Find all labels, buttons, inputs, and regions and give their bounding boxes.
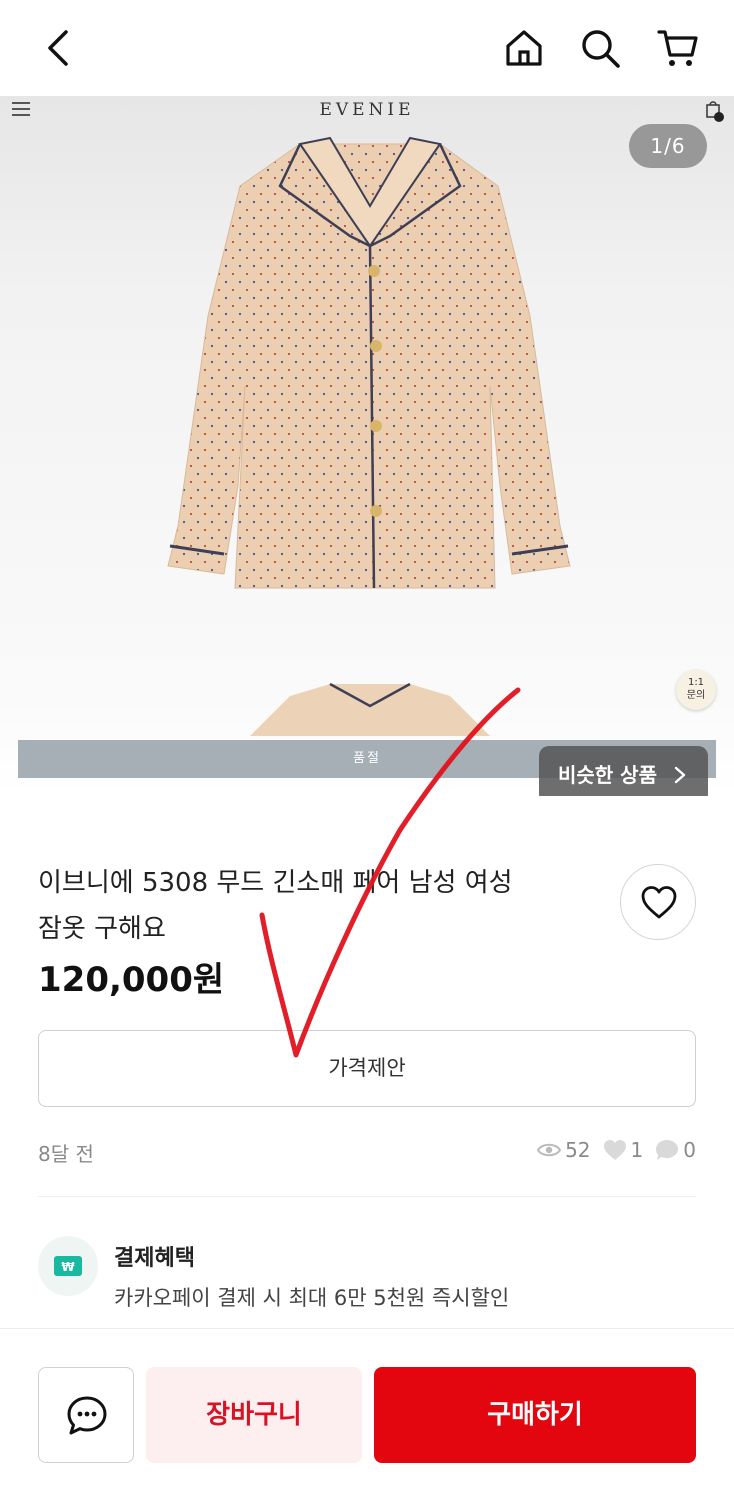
benefit-description[interactable]: 카카오페이 결제 시 최대 6만 5천원 즉시할인 [114,1282,509,1312]
chevron-left-icon[interactable] [36,26,80,70]
product-meta: 8달 전 52 1 0 [38,1136,696,1166]
cart-icon[interactable] [656,26,700,70]
likes-stat: 1 [603,1138,643,1162]
add-to-cart-button[interactable]: 장바구니 [146,1367,362,1463]
home-icon[interactable] [502,26,546,70]
section-divider [38,1196,696,1197]
posted-time: 8달 전 [38,1142,94,1166]
like-button[interactable] [620,864,696,940]
product-price: 120,000원 [38,960,225,1000]
svg-text:₩: ₩ [61,1260,75,1274]
payment-benefit-icon: ₩ [38,1236,98,1296]
benefit-title: 결제혜택 [114,1246,195,1271]
product-title: 이브니에 5308 무드 긴소매 페어 남성 여성 잠옷 구해요 [38,868,513,944]
heart-icon [641,886,677,919]
bottom-action-bar: 장바구니 구매하기 [0,1328,734,1500]
views-stat: 52 [537,1138,591,1162]
image-counter: 1/6 [629,124,707,168]
top-app-bar [0,0,734,96]
price-offer-button[interactable]: 가격제안 [38,1030,696,1107]
embedded-shop-header: EVENIE [0,96,734,124]
buy-now-button[interactable]: 구매하기 [374,1367,696,1463]
embedded-browser-toolbar [0,786,734,796]
chats-stat: 0 [655,1138,696,1162]
heart-icon [603,1140,626,1160]
search-icon[interactable] [578,26,622,70]
chat-bubble-icon [67,1396,107,1435]
product-detail-page: EVENIE 1/6 1:1 문의 품절 비슷한 상품 이브니에 5308 무드… [0,0,734,1500]
product-image-gallery[interactable]: EVENIE 1/6 1:1 문의 품절 비슷한 상품 [0,96,734,796]
product-stats: 52 1 0 [525,1138,696,1162]
chevron-right-icon [674,766,686,784]
shopping-bag-icon [706,101,724,122]
chat-button[interactable] [38,1367,134,1463]
chat-bubble-icon [656,1140,679,1160]
eye-icon [537,1143,562,1157]
product-photo-second-preview [250,682,490,736]
brand-logo: EVENIE [319,100,415,120]
product-photo-pajama-shirt [167,136,571,589]
one-to-one-inquiry-badge[interactable]: 1:1 문의 [676,670,716,710]
